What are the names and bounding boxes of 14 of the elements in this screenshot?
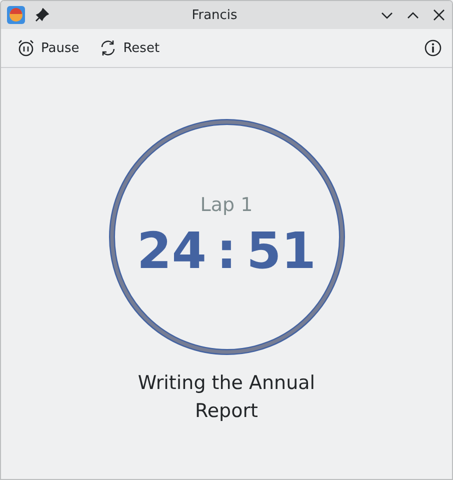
lap-label: Lap 1 <box>200 194 253 216</box>
pin-icon[interactable] <box>35 8 49 22</box>
pause-button[interactable]: Pause <box>11 36 86 60</box>
window-title: Francis <box>190 8 238 22</box>
seconds-text: 51 <box>246 222 316 280</box>
app-icon <box>7 6 25 24</box>
task-title: Writing the Annual Report <box>136 371 316 424</box>
alarm-pause-icon <box>17 39 35 57</box>
minutes-text: 24 <box>136 222 206 280</box>
info-icon[interactable] <box>424 39 442 57</box>
refresh-icon <box>99 39 118 57</box>
time-separator: : <box>216 222 236 280</box>
close-icon[interactable] <box>432 8 446 22</box>
reset-button[interactable]: Reset <box>93 36 166 60</box>
